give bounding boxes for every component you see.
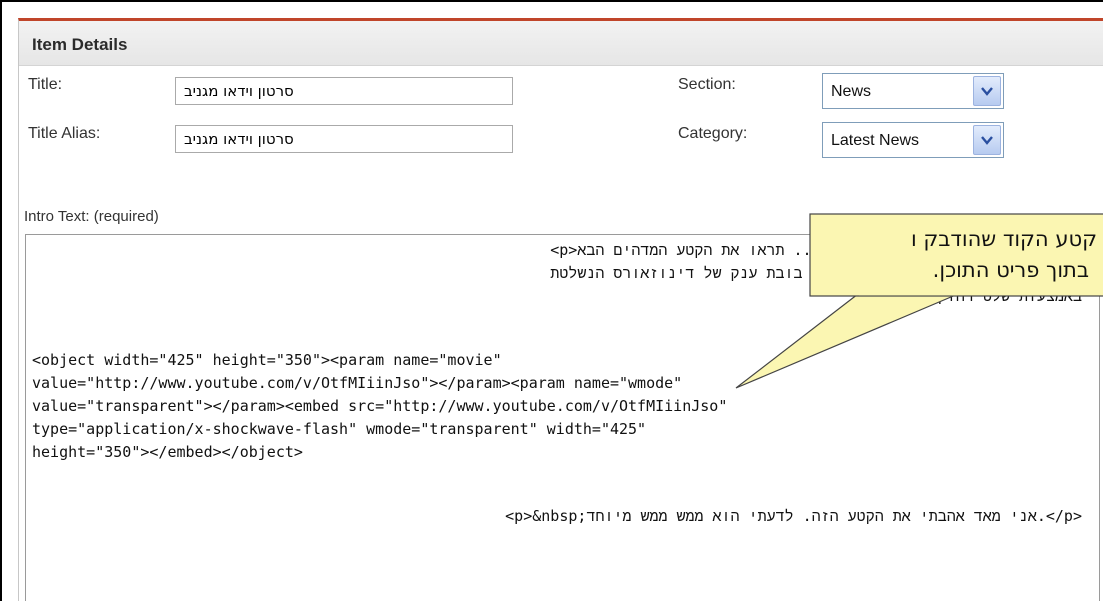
code-line: type="application/x-shockwave-flash" wmo…: [32, 420, 647, 438]
category-label: Category:: [678, 125, 748, 142]
chevron-down-icon[interactable]: [973, 76, 1001, 106]
code-line: <p>&nbsp;אני מאד אהבתי את הקטע הזה. לדעת…: [505, 507, 1082, 525]
title-alias-label: Title Alias:: [28, 125, 101, 142]
code-line: <object width="425" height="350"><param …: [32, 351, 502, 369]
title-input[interactable]: סרטון וידאו מגניב: [175, 77, 513, 105]
category-select[interactable]: Latest News: [822, 122, 1004, 158]
callout-line-2: בתוך פריט התוכן.: [932, 258, 1089, 282]
panel-header: Item Details: [19, 21, 1103, 66]
code-line: height="350"></embed></object>: [32, 443, 303, 461]
intro-text-label: Intro Text: (required): [24, 208, 159, 225]
title-alias-input[interactable]: סרטון וידאו מגניב: [175, 125, 513, 153]
category-select-value: Latest News: [831, 132, 920, 149]
title-label: Title:: [28, 76, 63, 93]
callout-note: קטע הקוד שהודבק ו בתוך פריט התוכן.: [810, 215, 1103, 295]
code-line: value="transparent"></param><embed src="…: [32, 397, 728, 415]
panel-title: Item Details: [32, 35, 128, 54]
section-select-value: News: [831, 83, 872, 100]
code-line: value="http://www.youtube.com/v/OtfMIiin…: [32, 374, 683, 392]
chevron-down-icon[interactable]: [973, 125, 1001, 155]
section-select[interactable]: News: [822, 73, 1004, 109]
callout-line-1: קטע הקוד שהודבק ו: [910, 227, 1097, 251]
section-label: Section:: [678, 76, 736, 93]
